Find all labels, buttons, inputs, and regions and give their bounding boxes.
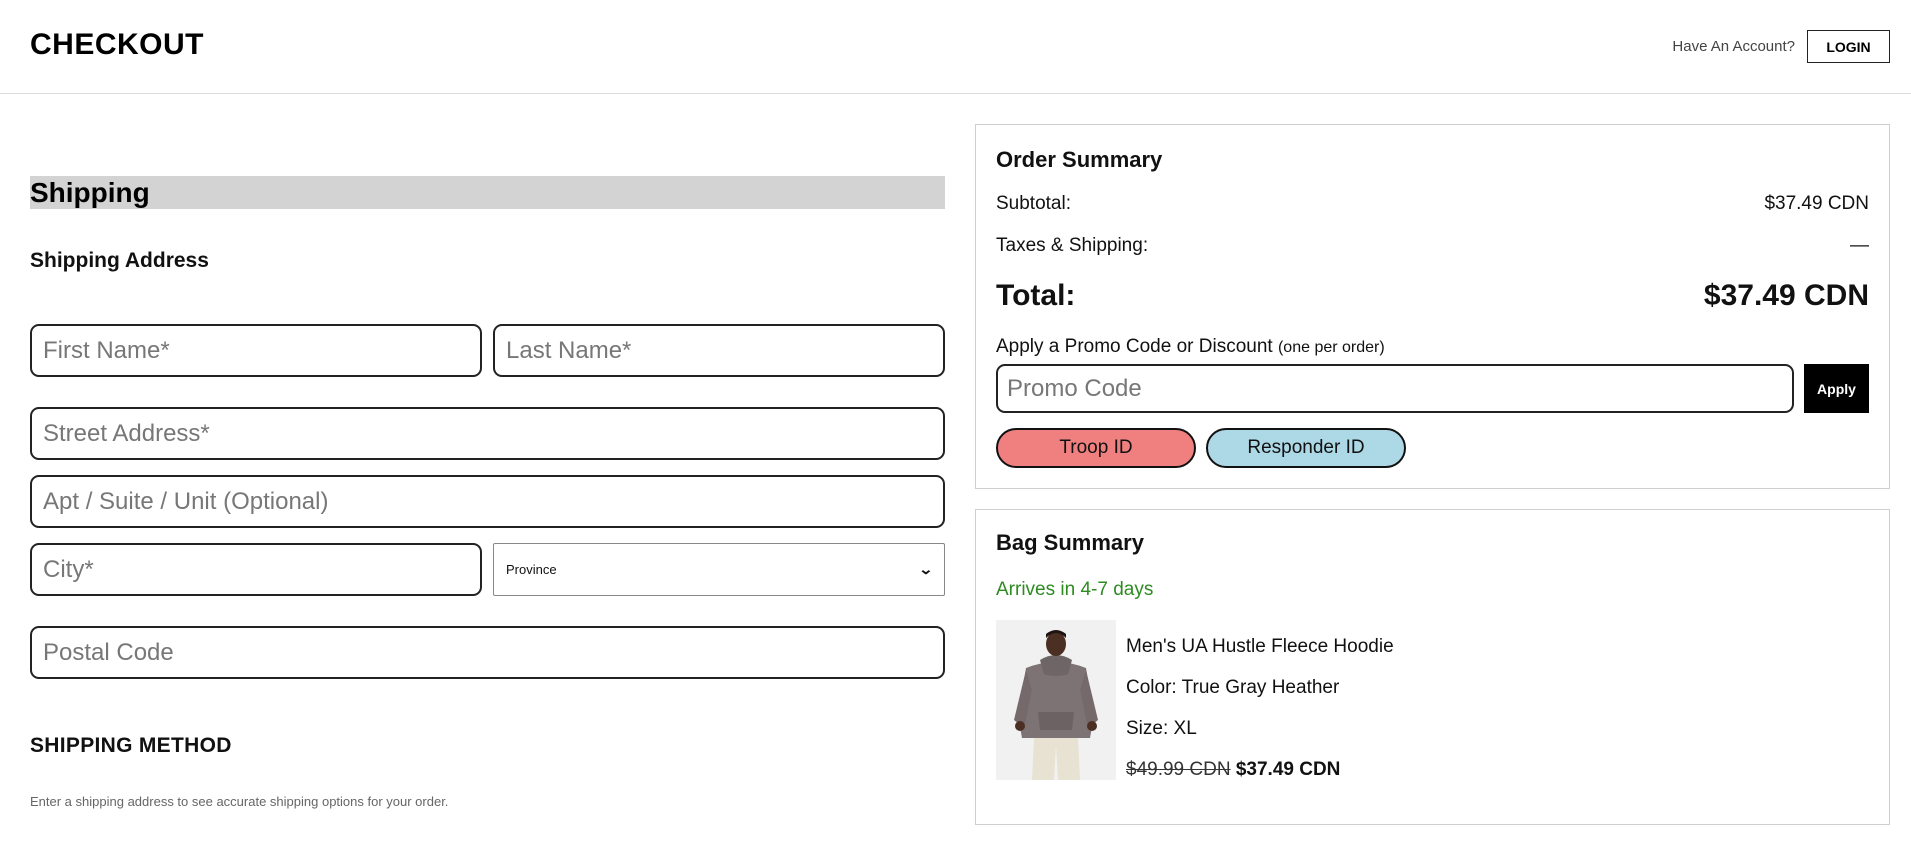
subtotal-label: Subtotal:: [996, 193, 1071, 214]
province-select[interactable]: Province ⌄: [493, 543, 945, 596]
total-row: Total: $37.49 CDN: [996, 279, 1869, 313]
apply-promo-button[interactable]: Apply: [1804, 364, 1869, 413]
first-name-field[interactable]: [30, 324, 482, 377]
taxes-value: —: [1850, 235, 1869, 256]
street-address-field[interactable]: [30, 407, 945, 460]
troop-id-button[interactable]: Troop ID: [996, 428, 1196, 468]
total-value: $37.49 CDN: [1703, 279, 1869, 312]
province-select-value: Province: [506, 562, 557, 577]
product-image: [996, 620, 1116, 780]
account-prompt: Have An Account?: [1672, 38, 1795, 55]
city-field[interactable]: [30, 543, 482, 596]
taxes-row: Taxes & Shipping: —: [996, 235, 1869, 257]
apt-suite-field[interactable]: [30, 475, 945, 528]
promo-label-text: Apply a Promo Code or Discount: [996, 336, 1273, 357]
product-size: Size: XL: [1126, 718, 1197, 739]
bag-summary-card: Bag Summary Arrives in 4-7 days Men's UA…: [975, 509, 1890, 825]
product-color: Color: True Gray Heather: [1126, 677, 1340, 698]
shipping-method-heading: SHIPPING METHOD: [30, 734, 232, 757]
postal-code-field[interactable]: [30, 626, 945, 679]
chevron-down-icon: ⌄: [918, 561, 934, 577]
promo-note: (one per order): [1277, 339, 1385, 356]
bag-summary-title: Bag Summary: [996, 530, 1144, 555]
order-summary-card: Order Summary Subtotal: $37.49 CDN Taxes…: [975, 124, 1890, 489]
shipping-method-note: Enter a shipping address to see accurate…: [30, 794, 449, 809]
original-price: $49.99 CDN: [1126, 759, 1231, 780]
subtotal-row: Subtotal: $37.49 CDN: [996, 193, 1869, 215]
promo-code-input[interactable]: [996, 364, 1794, 413]
hoodie-model-image: [996, 620, 1116, 780]
shipping-section-title: Shipping: [30, 176, 945, 209]
total-label: Total:: [996, 279, 1076, 312]
page-title: CHECKOUT: [30, 28, 204, 61]
sale-price: $37.49 CDN: [1235, 759, 1341, 780]
taxes-label: Taxes & Shipping:: [996, 235, 1149, 256]
product-name: Men's UA Hustle Fleece Hoodie: [1126, 636, 1394, 657]
promo-label: Apply a Promo Code or Discount (one per …: [996, 336, 1385, 358]
product-details: Men's UA Hustle Fleece Hoodie Color: Tru…: [1126, 636, 1394, 800]
shipping-address-heading: Shipping Address: [30, 249, 209, 272]
checkout-header: CHECKOUT Have An Account? LOGIN: [0, 0, 1911, 94]
last-name-field[interactable]: [493, 324, 945, 377]
login-button[interactable]: LOGIN: [1807, 30, 1890, 63]
order-summary-title: Order Summary: [996, 147, 1163, 172]
subtotal-value: $37.49 CDN: [1764, 193, 1869, 214]
product-price: $49.99 CDN $37.49 CDN: [1126, 759, 1394, 800]
arrival-estimate: Arrives in 4-7 days: [996, 579, 1154, 600]
responder-id-button[interactable]: Responder ID: [1206, 428, 1406, 468]
